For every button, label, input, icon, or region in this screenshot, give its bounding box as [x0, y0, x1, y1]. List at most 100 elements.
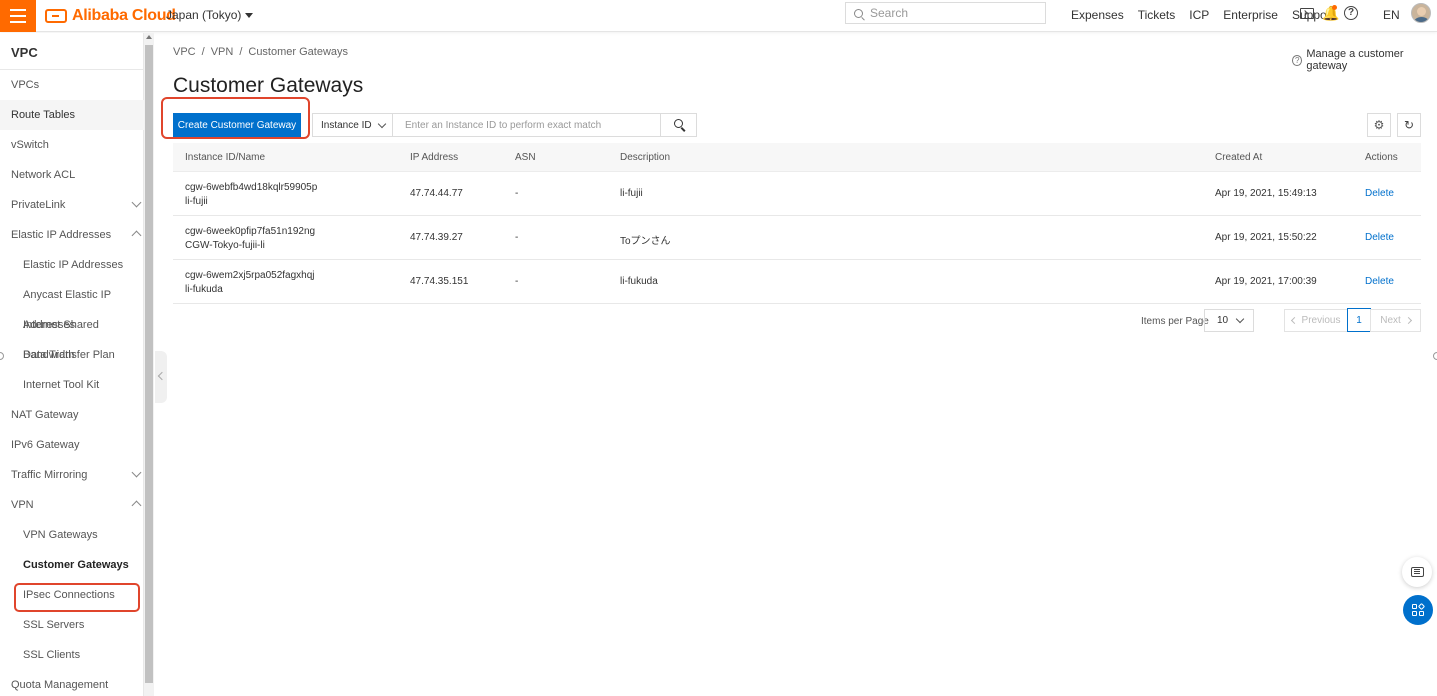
- sidebar-item-traffic-mirroring[interactable]: Traffic Mirroring: [0, 460, 144, 490]
- sidebar-item-label: Elastic IP Addresses: [11, 229, 112, 241]
- table-row: cgw-6webfb4wd18kqlr59905p li-fujii 47.74…: [173, 172, 1421, 216]
- page-title: Customer Gateways: [173, 74, 364, 97]
- menu-icon[interactable]: [0, 0, 36, 32]
- terminal-icon[interactable]: [1300, 7, 1314, 19]
- global-search-placeholder: Search: [870, 6, 909, 20]
- sidebar-item-internet-tool-kit[interactable]: Internet Tool Kit: [0, 370, 144, 400]
- sidebar-item-vswitch[interactable]: vSwitch: [0, 130, 144, 160]
- sidebar-item-vpcs[interactable]: VPCs: [0, 70, 144, 100]
- instance-id[interactable]: cgw-6wem2xj5rpa052fagxhqj: [185, 269, 315, 283]
- delete-link[interactable]: Delete: [1365, 276, 1394, 287]
- apps-button[interactable]: [1403, 595, 1433, 625]
- asn: -: [515, 188, 519, 199]
- refresh-button[interactable]: ↻: [1397, 113, 1421, 137]
- sidebar-item-elastic-ip-addresses[interactable]: Elastic IP Addresses: [0, 250, 144, 280]
- items-per-page-label: Items per Page: [1141, 316, 1209, 327]
- delete-link[interactable]: Delete: [1365, 188, 1394, 199]
- feedback-chat-button[interactable]: [1402, 557, 1432, 587]
- instance-id-search-input[interactable]: [392, 113, 661, 137]
- manage-customer-gateway-link[interactable]: ? Manage a customer gateway: [1292, 48, 1437, 72]
- sidebar-item-ssl-servers[interactable]: SSL Servers: [0, 610, 144, 640]
- search-icon: [674, 119, 683, 128]
- sidebar-item-shared-bandwidth[interactable]: Internet Shared Bandwidth: [0, 310, 144, 361]
- scroll-up-icon[interactable]: [146, 35, 152, 39]
- description: li-fukuda: [620, 276, 658, 287]
- page-number-current[interactable]: 1: [1347, 308, 1371, 332]
- items-per-page-select[interactable]: 10: [1204, 309, 1254, 332]
- chat-icon: [1410, 567, 1424, 577]
- sidebar-item-quota-management[interactable]: Quota Management: [0, 670, 144, 696]
- top-icons: 🔔 ?: [1300, 4, 1358, 22]
- sidebar-title: VPC: [11, 45, 38, 60]
- instance-name: li-fujii: [185, 196, 208, 207]
- sidebar-scrollbar[interactable]: [144, 33, 154, 696]
- avatar[interactable]: [1411, 3, 1431, 23]
- help-icon[interactable]: ?: [1344, 6, 1358, 20]
- instance-id[interactable]: cgw-6week0pfip7fa51n192ng: [185, 225, 315, 239]
- column-header-actions: Actions: [1365, 152, 1398, 163]
- sidebar-item-privatelink[interactable]: PrivateLink: [0, 190, 144, 220]
- create-customer-gateway-button[interactable]: Create Customer Gateway: [173, 113, 301, 137]
- sidebar-item-label: Traffic Mirroring: [11, 469, 88, 481]
- sidebar-item-ssl-clients[interactable]: SSL Clients: [0, 640, 144, 670]
- asn: -: [515, 232, 519, 243]
- breadcrumb-vpn[interactable]: VPN: [211, 46, 234, 58]
- sidebar-item-label: PrivateLink: [11, 199, 66, 211]
- highlight-annotation-sidebar: [14, 583, 140, 612]
- region-selector[interactable]: Japan (Tokyo): [166, 8, 254, 22]
- notification-dot: [1332, 5, 1337, 10]
- gear-icon: ⚙: [1373, 118, 1385, 132]
- help-icon: ?: [1292, 54, 1303, 66]
- chevron-down-icon: [1235, 314, 1245, 324]
- created-at: Apr 19, 2021, 15:50:22: [1215, 232, 1317, 243]
- description: Toプンさん: [620, 236, 671, 247]
- instance-cell: cgw-6webfb4wd18kqlr59905p li-fujii: [185, 181, 317, 209]
- settings-button[interactable]: ⚙: [1367, 113, 1391, 137]
- instance-cell: cgw-6week0pfip7fa51n192ng CGW-Tokyo-fuji…: [185, 225, 315, 253]
- delete-link[interactable]: Delete: [1365, 232, 1394, 243]
- search-button[interactable]: [660, 113, 697, 137]
- top-link-expenses[interactable]: Expenses: [1071, 8, 1124, 22]
- chevron-right-icon: [1404, 316, 1412, 325]
- previous-page-button[interactable]: Previous: [1284, 309, 1348, 332]
- ip-address: 47.74.39.27: [410, 232, 463, 243]
- caret-down-icon: [245, 12, 254, 18]
- next-page-button[interactable]: Next: [1370, 309, 1421, 332]
- manage-link-label: Manage a customer gateway: [1306, 48, 1404, 72]
- sidebar-item-data-transfer-plan[interactable]: Data Transfer Plan: [0, 340, 144, 370]
- sidebar-item-customer-gateways[interactable]: Customer Gateways: [0, 550, 144, 580]
- column-header-ip: IP Address: [410, 152, 459, 163]
- sidebar-item-anycast-eip[interactable]: Anycast Elastic IP Addresses: [0, 280, 144, 331]
- sidebar-item-route-tables[interactable]: Route Tables: [0, 100, 144, 130]
- alibaba-logo-icon: [45, 9, 67, 23]
- sidebar-item-label: VPN: [11, 499, 34, 511]
- sidebar-item-network-acl[interactable]: Network ACL: [0, 160, 144, 190]
- top-link-tickets[interactable]: Tickets: [1138, 8, 1176, 22]
- chevron-up-icon: [131, 230, 142, 241]
- chevron-down-icon: [131, 467, 142, 478]
- instance-id[interactable]: cgw-6webfb4wd18kqlr59905p: [185, 181, 317, 195]
- instance-name: li-fukuda: [185, 284, 223, 295]
- language-switcher[interactable]: EN: [1383, 8, 1400, 22]
- filter-field-select[interactable]: Instance ID: [312, 113, 393, 137]
- instance-cell: cgw-6wem2xj5rpa052fagxhqj li-fukuda: [185, 269, 315, 297]
- sidebar-item-nat-gateway[interactable]: NAT Gateway: [0, 400, 144, 430]
- ip-address: 47.74.44.77: [410, 188, 463, 199]
- brand-logo[interactable]: Alibaba Cloud: [45, 4, 176, 28]
- breadcrumb-separator: /: [239, 46, 243, 58]
- bell-icon[interactable]: 🔔: [1322, 5, 1339, 21]
- breadcrumb-vpc[interactable]: VPC: [173, 46, 196, 58]
- global-search-input[interactable]: Search: [845, 2, 1046, 24]
- sidebar-item-ipv6-gateway[interactable]: IPv6 Gateway: [0, 430, 144, 460]
- scrollbar-thumb[interactable]: [145, 45, 153, 683]
- table-row: cgw-6wem2xj5rpa052fagxhqj li-fukuda 47.7…: [173, 260, 1421, 304]
- top-link-enterprise[interactable]: Enterprise: [1223, 8, 1278, 22]
- next-label: Next: [1380, 315, 1401, 326]
- sidebar-collapse-handle[interactable]: [155, 351, 167, 403]
- breadcrumb-current: Customer Gateways: [248, 46, 349, 58]
- edge-circle-icon: [1433, 352, 1437, 360]
- sidebar-group-vpn[interactable]: VPN: [0, 490, 144, 520]
- sidebar-group-elastic-ip[interactable]: Elastic IP Addresses: [0, 220, 144, 250]
- top-link-icp[interactable]: ICP: [1189, 8, 1209, 22]
- sidebar-item-vpn-gateways[interactable]: VPN Gateways: [0, 520, 144, 550]
